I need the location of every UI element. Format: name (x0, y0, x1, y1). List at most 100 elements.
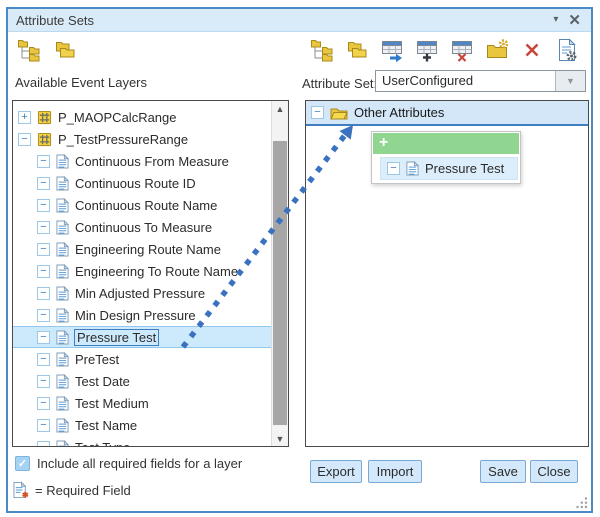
tree-item-selected[interactable]: − Pressure Test (13, 326, 272, 348)
tree-item[interactable]: − PreTest (13, 348, 272, 370)
collapse-icon[interactable]: − (37, 177, 50, 190)
tree-item-label: Test Medium (75, 396, 149, 411)
import-button[interactable]: Import (368, 460, 422, 483)
tree-item[interactable]: + P_MAOPCalcRange (13, 106, 272, 128)
collapse-icon[interactable]: − (37, 375, 50, 388)
delete-x-icon[interactable] (520, 38, 544, 62)
tree-item[interactable]: − Test Name (13, 414, 272, 436)
field-icon (56, 440, 69, 448)
collapse-icon[interactable]: − (37, 309, 50, 322)
available-layers-panel: + P_MAOPCalcRange − P_TestPressureRange … (12, 100, 289, 447)
scroll-up-icon[interactable]: ▲ (272, 101, 288, 116)
field-icon (56, 286, 69, 301)
field-icon (56, 308, 69, 323)
close-button[interactable]: Close (530, 460, 578, 483)
tree-item[interactable]: − Test Medium (13, 392, 272, 414)
vertical-scrollbar[interactable]: ▲ ▼ (271, 101, 288, 446)
collapse-caret-icon[interactable]: ▾ (553, 15, 558, 25)
export-button[interactable]: Export (310, 460, 362, 483)
tree-item[interactable]: − Engineering To Route Name (13, 260, 272, 282)
plus-icon: + (379, 134, 388, 151)
new-attribute-set-tree-icon[interactable] (17, 38, 41, 62)
tree-item[interactable]: − Continuous Route ID (13, 172, 272, 194)
new-group-folder-icon[interactable] (485, 38, 509, 62)
scroll-down-icon[interactable]: ▼ (272, 431, 288, 446)
tree-item-label: Engineering To Route Name (75, 264, 238, 279)
group-label: Other Attributes (354, 105, 444, 120)
collapse-icon: − (387, 162, 400, 175)
attribute-set-dropdown[interactable]: UserConfigured ▼ (375, 70, 586, 92)
required-field-icon (13, 481, 30, 499)
add-field-table-icon[interactable] (415, 38, 439, 62)
event-layers-tree: + P_MAOPCalcRange − P_TestPressureRange … (13, 106, 272, 447)
collapse-icon[interactable]: − (37, 419, 50, 432)
field-icon (56, 176, 69, 191)
tree-item[interactable]: − Test Date (13, 370, 272, 392)
save-button[interactable]: Save (480, 460, 526, 483)
tree-item[interactable]: − Continuous From Measure (13, 150, 272, 172)
collapse-icon[interactable]: − (311, 106, 324, 119)
attribute-sets-dialog: Attribute Sets ▾ ✕ Available Event Layer… (6, 7, 593, 513)
tree-item-label: Min Design Pressure (75, 308, 196, 323)
tree-item[interactable]: − Continuous To Measure (13, 216, 272, 238)
tree-item-label: Engineering Route Name (75, 242, 221, 257)
tree-item-label: Continuous Route ID (75, 176, 196, 191)
field-icon (56, 220, 69, 235)
field-icon (56, 352, 69, 367)
collapse-icon[interactable]: − (37, 155, 50, 168)
close-icon[interactable]: ✕ (568, 13, 581, 28)
expand-icon[interactable]: + (18, 111, 31, 124)
collapse-icon[interactable]: − (18, 133, 31, 146)
toolbar (8, 36, 591, 66)
available-event-layers-label: Available Event Layers (15, 75, 147, 90)
attribute-set-label: Attribute Set: (302, 76, 377, 91)
tree-item-label: Pressure Test (75, 330, 158, 345)
field-icon (56, 330, 69, 345)
dragged-item-label: Pressure Test (425, 161, 504, 176)
field-icon (56, 418, 69, 433)
new-attribute-set-tree-icon[interactable] (310, 38, 334, 62)
include-required-fields-row[interactable]: ✓ Include all required fields for a laye… (15, 456, 242, 471)
field-icon (56, 198, 69, 213)
collapse-icon[interactable]: − (37, 199, 50, 212)
check-icon: ✓ (18, 458, 27, 470)
tree-item-label: P_TestPressureRange (58, 132, 188, 147)
tree-item[interactable]: − Min Adjusted Pressure (13, 282, 272, 304)
tree-item[interactable]: − Min Design Pressure (13, 304, 272, 326)
field-icon (406, 161, 419, 176)
open-folders-icon[interactable] (53, 38, 77, 62)
collapse-icon[interactable]: − (37, 397, 50, 410)
required-field-legend: = Required Field (13, 481, 131, 499)
include-required-checkbox[interactable]: ✓ (15, 456, 30, 471)
collapse-icon[interactable]: − (37, 441, 50, 448)
collapse-icon[interactable]: − (37, 221, 50, 234)
tree-item[interactable]: − Test Type (13, 436, 272, 447)
dropdown-arrow-icon[interactable]: ▼ (555, 71, 585, 91)
window-title: Attribute Sets (8, 13, 94, 28)
attribute-set-panel: − Other Attributes + − Pressure Test (305, 100, 589, 447)
add-event-layer-table-icon[interactable] (380, 38, 404, 62)
other-attributes-group[interactable]: − Other Attributes (306, 101, 588, 126)
tree-item[interactable]: − Engineering Route Name (13, 238, 272, 260)
tree-item-label: Test Type (75, 440, 130, 448)
open-folders-icon[interactable] (345, 38, 369, 62)
collapse-icon[interactable]: − (37, 287, 50, 300)
tree-item-label: PreTest (75, 352, 119, 367)
attribute-set-value: UserConfigured (376, 71, 555, 91)
collapse-icon[interactable]: − (37, 265, 50, 278)
tree-item-label: Continuous From Measure (75, 154, 229, 169)
tree-item-label: Continuous To Measure (75, 220, 212, 235)
drop-indicator: + (373, 133, 519, 154)
tree-item[interactable]: − P_TestPressureRange (13, 128, 272, 150)
title-bar[interactable]: Attribute Sets ▾ ✕ (8, 9, 591, 32)
scrollbar-thumb[interactable] (273, 141, 287, 425)
collapse-icon[interactable]: − (37, 243, 50, 256)
collapse-icon[interactable]: − (37, 331, 50, 344)
collapse-icon[interactable]: − (37, 353, 50, 366)
field-icon (56, 242, 69, 257)
tree-item[interactable]: − Continuous Route Name (13, 194, 272, 216)
configure-document-icon[interactable] (555, 38, 579, 62)
checkbox-label: Include all required fields for a layer (37, 456, 242, 471)
remove-field-table-icon[interactable] (450, 38, 474, 62)
resize-grip-icon[interactable] (575, 496, 588, 509)
